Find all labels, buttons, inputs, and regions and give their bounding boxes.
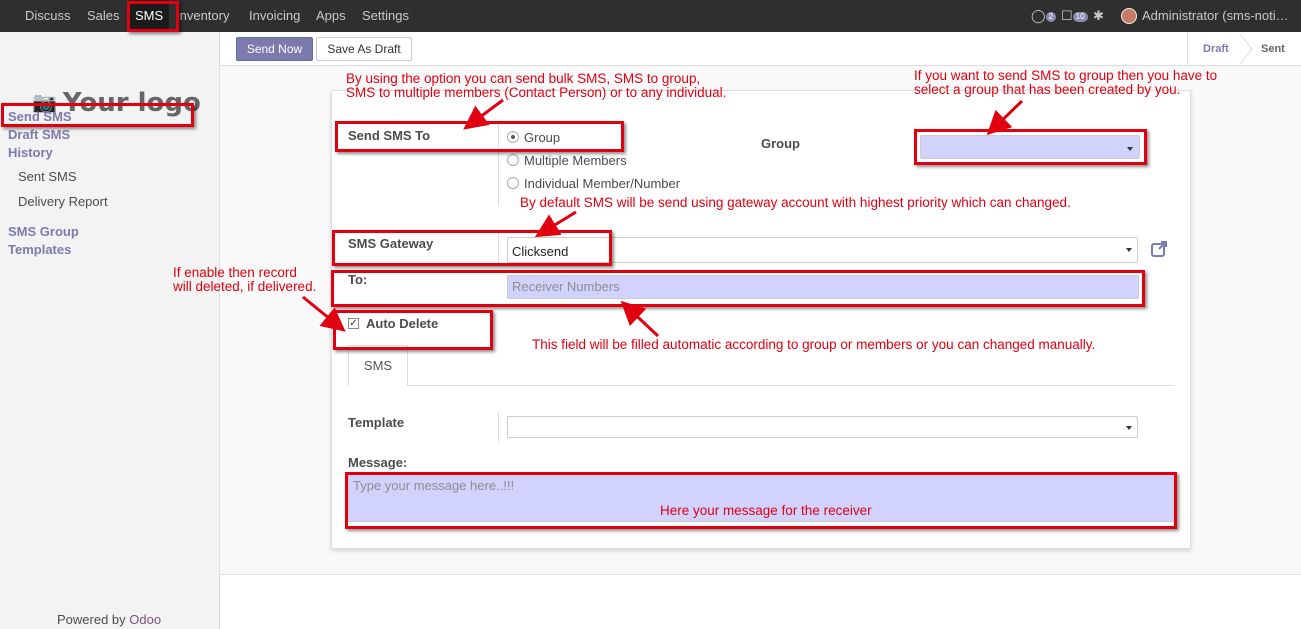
tab-bar xyxy=(348,385,1174,386)
statusbar-divider xyxy=(1187,32,1188,66)
highlight-to-field xyxy=(331,270,1145,307)
chevron-down-icon xyxy=(1126,248,1132,252)
annotation-send-options-2: SMS to multiple members (Contact Person)… xyxy=(346,85,727,100)
debug-bug-icon[interactable]: ✱ xyxy=(1093,0,1104,32)
chat-button[interactable]: ◯ 2 xyxy=(1031,0,1057,32)
radio-multiple-members-label: Multiple Members xyxy=(524,153,627,168)
highlight-send-sms xyxy=(1,103,194,127)
highlight-auto-delete xyxy=(333,310,493,350)
highlight-message xyxy=(345,472,1177,529)
avatar[interactable] xyxy=(1121,8,1137,24)
comments-icon: ☐ xyxy=(1061,8,1073,23)
footer-area xyxy=(220,574,1301,629)
annotation-gateway: By default SMS will be send using gatewa… xyxy=(520,195,1071,210)
status-chevron-icon xyxy=(1239,34,1253,64)
chevron-down-icon xyxy=(1126,426,1132,430)
top-navbar: Discuss Sales SMS Inventory Invoicing Ap… xyxy=(0,0,1301,32)
highlight-send-sms-to xyxy=(335,121,624,152)
sidebar-item-sent-sms[interactable]: Sent SMS xyxy=(18,169,77,184)
radio-individual-label: Individual Member/Number xyxy=(524,176,681,191)
annotation-send-options-1: By using the option you can send bulk SM… xyxy=(346,71,701,86)
messages-count-badge: 10 xyxy=(1072,11,1088,22)
highlight-group-field xyxy=(914,129,1147,165)
sidebar-item-history[interactable]: History xyxy=(8,145,53,160)
sidebar-item-delivery-report[interactable]: Delivery Report xyxy=(18,194,108,209)
divider xyxy=(498,412,499,442)
annotation-group-1: If you want to send SMS to group then yo… xyxy=(914,68,1218,83)
status-draft[interactable]: Draft xyxy=(1203,32,1229,66)
messages-button[interactable]: ☐ 10 xyxy=(1061,0,1088,32)
menu-apps[interactable]: Apps xyxy=(316,0,346,32)
tab-sms[interactable]: SMS xyxy=(348,345,408,386)
sidebar-item-templates[interactable]: Templates xyxy=(8,242,71,257)
menu-invoicing[interactable]: Invoicing xyxy=(249,0,300,32)
annotation-message: Here your message for the receiver xyxy=(660,503,872,518)
powered-by: Powered by Odoo xyxy=(57,612,162,627)
radio-individual[interactable] xyxy=(507,177,519,189)
send-now-button[interactable]: Send Now xyxy=(236,37,313,61)
external-link-icon[interactable] xyxy=(1150,240,1168,258)
user-menu[interactable]: Administrator (sms-noti… xyxy=(1142,0,1292,32)
status-sent[interactable]: Sent xyxy=(1261,32,1285,66)
menu-settings[interactable]: Settings xyxy=(362,0,409,32)
chat-icon: ◯ xyxy=(1031,8,1046,23)
menu-discuss[interactable]: Discuss xyxy=(25,0,71,32)
template-select[interactable] xyxy=(507,416,1138,438)
radio-multiple-members[interactable] xyxy=(507,154,519,166)
save-as-draft-button[interactable]: Save As Draft xyxy=(316,37,412,61)
sidebar-item-draft-sms[interactable]: Draft SMS xyxy=(8,127,70,142)
menu-sales[interactable]: Sales xyxy=(87,0,120,32)
chat-count-badge: 2 xyxy=(1045,11,1057,22)
annotation-auto-delete-2: will deleted, if delivered. xyxy=(173,279,317,294)
menu-inventory[interactable]: Inventory xyxy=(176,0,229,32)
template-label: Template xyxy=(348,415,405,430)
highlight-sms-menu xyxy=(127,1,179,32)
annotation-to-field: This field will be filled automatic acco… xyxy=(532,337,1096,352)
message-label: Message: xyxy=(348,455,408,470)
annotation-auto-delete-1: If enable then record xyxy=(173,265,297,280)
odoo-link[interactable]: Odoo xyxy=(129,612,161,627)
highlight-sms-gateway xyxy=(332,230,612,266)
sidebar-item-sms-group[interactable]: SMS Group xyxy=(8,224,79,239)
annotation-group-2: select a group that has been created by … xyxy=(914,82,1181,97)
group-label: Group xyxy=(761,136,800,151)
